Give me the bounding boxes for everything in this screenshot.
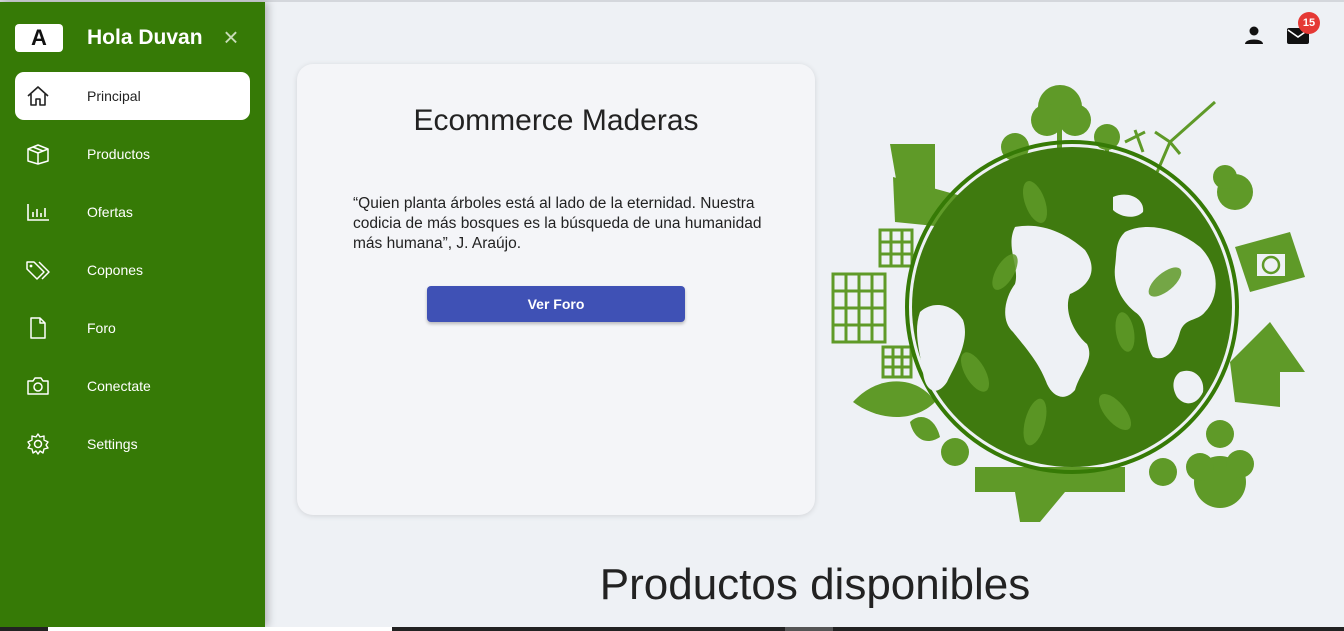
notification-badge: 15 xyxy=(1298,12,1320,34)
box-icon xyxy=(27,144,49,165)
section-title: Productos disponibles xyxy=(599,560,1031,609)
sidebar-item-settings[interactable]: Settings xyxy=(15,420,250,468)
close-icon[interactable]: × xyxy=(219,24,243,52)
sidebar-item-copones[interactable]: Copones xyxy=(15,246,250,294)
sidebar: A Hola Duvan × Principal Productos Ofert… xyxy=(0,2,265,627)
user-icon[interactable] xyxy=(1243,24,1265,46)
app-root: A Hola Duvan × Principal Productos Ofert… xyxy=(0,0,1344,631)
card-title: Ecommerce Maderas xyxy=(413,104,699,137)
sidebar-item-label: Ofertas xyxy=(87,204,133,220)
sidebar-item-label: Productos xyxy=(87,146,151,162)
sidebar-header: A Hola Duvan × xyxy=(15,24,255,54)
gear-icon xyxy=(27,433,49,455)
sidebar-nav: Principal Productos Ofertas Copones Foro… xyxy=(15,72,250,478)
sidebar-item-label: Foro xyxy=(87,320,116,336)
green-earth-illustration xyxy=(831,85,1305,522)
sidebar-item-label: Conectate xyxy=(87,378,151,394)
sidebar-item-principal[interactable]: Principal xyxy=(15,72,250,120)
greeting: Hola Duvan xyxy=(87,26,203,49)
taskbar-segment xyxy=(785,627,833,631)
bar-chart-icon xyxy=(27,204,49,221)
sidebar-item-conectate[interactable]: Conectate xyxy=(15,362,250,410)
sidebar-item-productos[interactable]: Productos xyxy=(15,130,250,178)
sidebar-item-label: Settings xyxy=(87,436,138,452)
taskbar-segment xyxy=(48,627,392,631)
ver-foro-button[interactable]: Ver Foro xyxy=(427,286,685,322)
taskbar-strip xyxy=(0,627,1344,631)
sidebar-item-foro[interactable]: Foro xyxy=(15,304,250,352)
sidebar-item-ofertas[interactable]: Ofertas xyxy=(15,188,250,236)
sidebar-item-label: Principal xyxy=(87,88,141,104)
info-card: Ecommerce Maderas “Quien planta árboles … xyxy=(297,64,815,515)
tags-icon xyxy=(26,261,50,280)
app-logo[interactable]: A xyxy=(15,24,63,52)
home-icon xyxy=(27,86,49,106)
camera-icon xyxy=(27,377,49,395)
card-quote: “Quien planta árboles está al lado de la… xyxy=(353,195,762,252)
document-icon xyxy=(30,317,46,339)
sidebar-item-label: Copones xyxy=(87,262,144,278)
